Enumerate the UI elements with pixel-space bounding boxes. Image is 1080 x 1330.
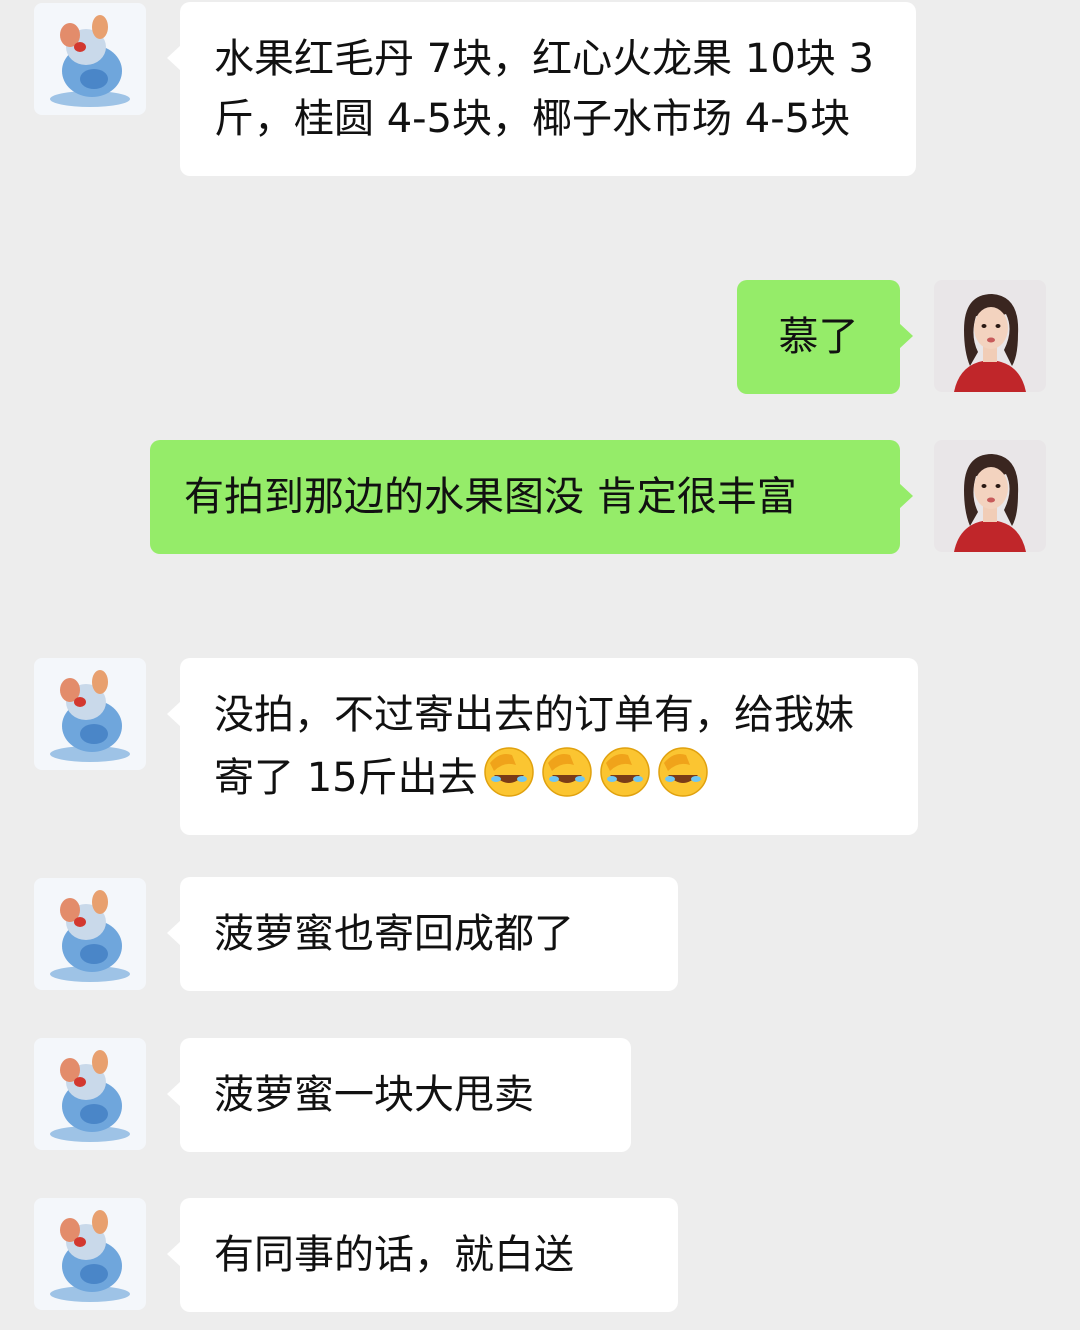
message-bubble-7[interactable]: 有同事的话，就白送 [167, 1198, 678, 1312]
contact-avatar[interactable] [34, 658, 146, 770]
message-text-2: 慕了 [778, 314, 859, 360]
contact-avatar[interactable] [34, 1038, 146, 1150]
contact-avatar[interactable] [34, 878, 146, 990]
message-bubble-5[interactable]: 菠萝蜜也寄回成都了 [167, 877, 678, 991]
message-text-5: 菠萝蜜也寄回成都了 [214, 911, 574, 957]
mouse-cartoon-avatar-icon [34, 1198, 146, 1310]
message-text-1: 水果红毛丹 7块，红心火龙果 10块 3斤，桂圆 4-5块，椰子水市场 4-5块 [214, 36, 874, 142]
woman-portrait-avatar-icon [934, 280, 1046, 392]
contact-avatar[interactable] [34, 1198, 146, 1310]
self-avatar[interactable] [934, 440, 1046, 552]
facepalm-laugh-icon [482, 745, 536, 799]
message-text-3: 有拍到那边的水果图没 肯定很丰富 [184, 474, 797, 520]
mouse-cartoon-avatar-icon [34, 878, 146, 990]
facepalm-laugh-icon [656, 745, 710, 799]
message-bubble-3[interactable]: 有拍到那边的水果图没 肯定很丰富 [150, 440, 913, 554]
message-bubble-4[interactable]: 没拍，不过寄出去的订单有，给我妹寄了 15斤出去 [167, 658, 918, 835]
chat-window: 水果红毛丹 7块，红心火龙果 10块 3斤，桂圆 4-5块，椰子水市场 4-5块… [0, 0, 1080, 1330]
contact-avatar[interactable] [34, 3, 146, 115]
message-text-6: 菠萝蜜一块大甩卖 [214, 1072, 534, 1118]
message-text-7: 有同事的话，就白送 [214, 1232, 574, 1278]
mouse-cartoon-avatar-icon [34, 1038, 146, 1150]
woman-portrait-avatar-icon [934, 440, 1046, 552]
mouse-cartoon-avatar-icon [34, 658, 146, 770]
mouse-cartoon-avatar-icon [34, 3, 146, 115]
message-bubble-1[interactable]: 水果红毛丹 7块，红心火龙果 10块 3斤，桂圆 4-5块，椰子水市场 4-5块 [167, 2, 916, 176]
facepalm-laugh-icon [598, 745, 652, 799]
facepalm-laugh-icon [540, 745, 594, 799]
message-bubble-6[interactable]: 菠萝蜜一块大甩卖 [167, 1038, 631, 1152]
message-bubble-2[interactable]: 慕了 [737, 280, 913, 394]
self-avatar[interactable] [934, 280, 1046, 392]
